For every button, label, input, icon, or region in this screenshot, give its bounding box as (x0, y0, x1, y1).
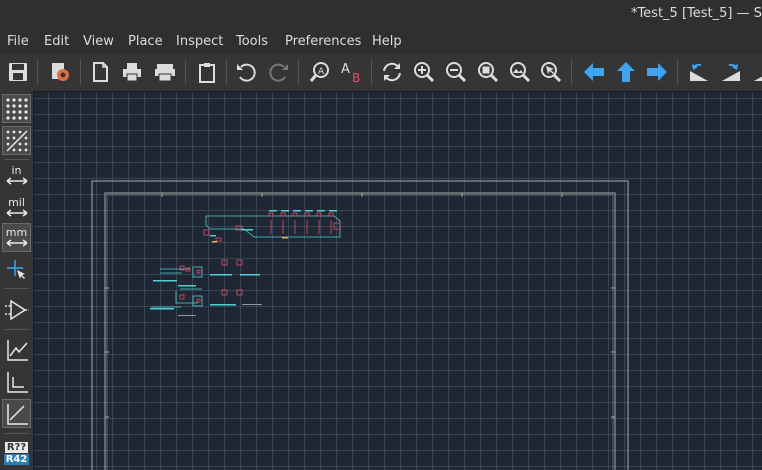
menu-inspect[interactable]: Inspect (176, 34, 223, 49)
cursor-crosshair-button[interactable] (2, 255, 31, 284)
navigate-back-button[interactable] (580, 58, 608, 86)
zoom-out-icon (446, 62, 467, 83)
menu-file[interactable]: File (7, 34, 29, 49)
page-settings-button[interactable] (86, 58, 114, 86)
mirror-icon (754, 76, 762, 81)
grid-dots-icon (5, 97, 28, 120)
angle-45-icon (6, 403, 28, 425)
page-border (91, 180, 629, 470)
svg-text:B: B (352, 71, 360, 84)
svg-text:A: A (341, 62, 350, 77)
refresh-icon (383, 62, 401, 82)
print-icon (123, 63, 141, 82)
arrow-up-icon (617, 62, 635, 82)
right-angle-icon (6, 371, 28, 393)
redo-button[interactable] (265, 58, 293, 86)
find-replace-button[interactable]: AB (338, 58, 366, 86)
plot-icon (155, 64, 175, 82)
line-mode-90-button[interactable] (2, 367, 31, 396)
left-toolbar: in mil mm R?? R42 (0, 91, 34, 470)
menu-place[interactable]: Place (128, 34, 163, 49)
double-arrow-icon (6, 177, 27, 185)
schematic-setup-button[interactable] (46, 58, 74, 86)
zoom-fit-icon (478, 62, 499, 83)
clipboard-icon (199, 63, 215, 83)
rotate-ccw-button[interactable] (685, 58, 713, 86)
menu-edit[interactable]: Edit (44, 34, 69, 49)
print-button[interactable] (118, 58, 146, 86)
window-title: *Test_5 [Test_5] — S (630, 6, 762, 21)
line-mode-free-button[interactable] (2, 335, 31, 364)
zoom-selection-icon (541, 62, 562, 83)
zoom-in-button[interactable] (410, 58, 438, 86)
grid-toggle-button[interactable] (2, 94, 31, 123)
grid-overrides-button[interactable] (2, 126, 31, 155)
rotate-cw-button[interactable] (717, 58, 745, 86)
page-icon (93, 62, 108, 82)
rotate-ccw-icon (690, 63, 708, 81)
units-inches-label: in (11, 164, 22, 177)
plot-button[interactable] (151, 58, 179, 86)
crosshair-cursor-icon (6, 259, 25, 279)
title-bar: *Test_5 [Test_5] — S (0, 0, 762, 28)
annotate-button[interactable]: R?? R42 (2, 439, 31, 468)
units-mils-label: mil (8, 196, 25, 209)
annotate-top-label: R?? (4, 442, 29, 453)
zoom-selection-button[interactable] (537, 58, 565, 86)
search-icon: A (309, 62, 329, 82)
menu-help[interactable]: Help (372, 34, 402, 49)
mirror-button[interactable] (749, 58, 762, 86)
save-button[interactable] (4, 58, 32, 86)
find-button[interactable]: A (306, 58, 334, 86)
refresh-button[interactable] (378, 58, 406, 86)
save-icon (9, 63, 27, 81)
schematic-setup-icon (52, 63, 69, 81)
zoom-objects-button[interactable] (506, 58, 534, 86)
arrow-left-icon (584, 63, 604, 81)
paste-button[interactable] (193, 58, 221, 86)
main-toolbar: A AB (0, 54, 762, 92)
units-mm-button[interactable]: mm (2, 223, 31, 252)
schematic-canvas[interactable] (34, 92, 762, 470)
grid-override-icon (5, 129, 28, 152)
circuit-block-left (150, 259, 262, 316)
menu-tools[interactable]: Tools (236, 34, 268, 49)
double-arrow-icon (6, 239, 27, 247)
zoom-objects-icon (510, 62, 531, 83)
navigate-up-button[interactable] (612, 58, 640, 86)
menu-bar: File Edit View Place Inspect Tools Prefe… (0, 28, 762, 54)
zoom-fit-button[interactable] (474, 58, 502, 86)
circuit-block-top (203, 210, 341, 243)
units-mm-label: mm (5, 226, 28, 239)
rotate-cw-icon (722, 63, 740, 81)
undo-button[interactable] (232, 58, 260, 86)
menu-preferences[interactable]: Preferences (285, 34, 361, 49)
menu-view[interactable]: View (83, 34, 114, 49)
zoom-in-icon (414, 62, 435, 83)
hidden-pins-button[interactable] (2, 295, 31, 324)
navigate-forward-button[interactable] (643, 58, 671, 86)
free-angle-icon (6, 339, 28, 361)
units-mils-button[interactable]: mil (2, 193, 31, 222)
undo-icon (237, 63, 256, 82)
redo-icon (269, 63, 288, 82)
schematic-drawing (91, 180, 629, 470)
svg-text:A: A (318, 67, 325, 77)
units-inches-button[interactable]: in (2, 161, 31, 190)
double-arrow-icon (6, 209, 27, 217)
line-mode-45-button[interactable] (2, 399, 31, 428)
zoom-out-button[interactable] (442, 58, 470, 86)
annotate-bottom-label: R42 (3, 454, 30, 465)
arrow-right-icon (647, 63, 667, 81)
find-replace-icon: AB (341, 62, 360, 84)
hidden-pins-icon (4, 299, 29, 320)
